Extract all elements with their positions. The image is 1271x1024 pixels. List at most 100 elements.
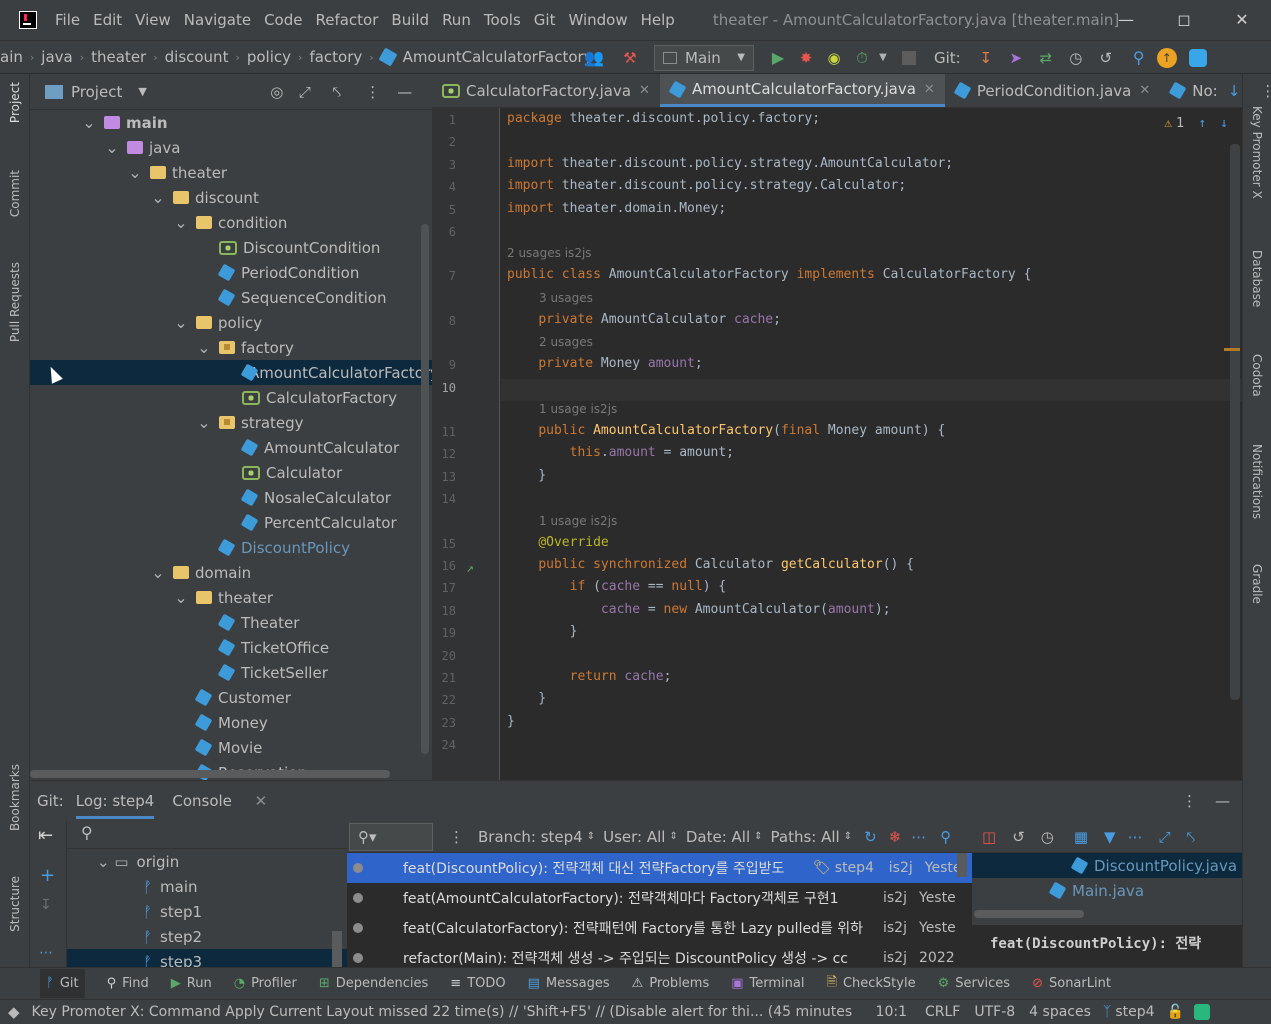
code-line[interactable]: private Money amount; [507, 356, 702, 371]
breadcrumb-item[interactable]: ain [0, 48, 23, 66]
more-icon[interactable]: ⋯ [1128, 828, 1143, 846]
more-options-icon[interactable]: ⋮ [1260, 82, 1271, 100]
profile-icon[interactable]: ⏱ [848, 49, 876, 67]
run-icon[interactable]: ▶ [764, 48, 792, 67]
branch-search[interactable]: ⚲ [67, 821, 347, 849]
code-line[interactable]: } [507, 691, 546, 706]
tree-node[interactable]: NosaleCalculator [30, 485, 432, 510]
tool-window-problems[interactable]: ⚠ Problems [632, 976, 710, 991]
search-icon[interactable]: ⚲ [940, 828, 951, 846]
code-line[interactable]: public synchronized Calculator getCalcul… [507, 557, 914, 572]
ide-update-icon[interactable]: ↑ [1156, 47, 1177, 68]
previous-highlight-icon[interactable]: ↑ [1198, 116, 1206, 131]
status-message[interactable]: Key Promoter X: Command Apply Current La… [32, 1004, 852, 1020]
stop-icon[interactable] [902, 50, 916, 65]
next-highlight-icon[interactable]: ↓ [1220, 116, 1228, 131]
project-hscrollbar[interactable] [30, 770, 390, 778]
more-options-icon[interactable]: ⋮ [449, 828, 464, 846]
git-update-icon[interactable]: ↧ [971, 49, 1001, 67]
strip-bookmarks-button[interactable]: Bookmarks [8, 764, 22, 831]
paths-filter[interactable]: Paths: All [771, 828, 840, 846]
caret-position[interactable]: 10:1 [876, 1004, 907, 1020]
code-line[interactable]: import theater.discount.policy.strategy.… [507, 178, 906, 193]
git-branch-status[interactable]: step4 [1115, 1004, 1154, 1020]
group-by-icon[interactable]: ▦ [1074, 828, 1088, 846]
cherry-pick-icon[interactable]: ❄ [889, 828, 902, 846]
tool-window-sonarlint[interactable]: ⊘ SonarLint [1032, 976, 1111, 991]
code-line[interactable]: package theater.discount.policy.factory; [507, 111, 820, 126]
menu-item-git[interactable]: Git [534, 11, 556, 29]
code-line[interactable]: return cache; [507, 669, 672, 684]
branch-item[interactable]: ᚡ step1 [67, 899, 347, 924]
code-line[interactable]: private AmountCalculator cache; [507, 312, 781, 327]
build-hammer-icon[interactable]: ⚒ [616, 49, 644, 67]
inlay-usage-hint[interactable]: 1 usage is2js [539, 402, 617, 416]
menu-item-view[interactable]: View [135, 11, 171, 29]
strip-commit-button[interactable]: Commit [8, 170, 22, 217]
code-line[interactable]: @Override [507, 535, 608, 550]
branch-item[interactable]: ⌄ ▭ origin [67, 849, 347, 874]
intellij-logo-icon[interactable] [19, 11, 37, 29]
expand-arrow-icon[interactable]: ⌄ [174, 588, 188, 607]
branch-item[interactable]: ᚡ step2 [67, 924, 347, 949]
close-icon[interactable]: ✕ [255, 792, 268, 810]
code-line[interactable]: } [507, 468, 546, 483]
more-icon[interactable]: ⋯ [39, 945, 53, 961]
update-branch-icon[interactable]: ↧ [40, 897, 52, 913]
menu-item-tools[interactable]: Tools [484, 11, 521, 29]
coverage-icon[interactable]: ◉ [820, 49, 848, 67]
filter-icon[interactable]: ▼ [1104, 828, 1116, 846]
tool-window-run[interactable]: ▶ Run [171, 976, 212, 991]
breadcrumb-item[interactable]: theater [91, 48, 146, 66]
debug-icon[interactable]: ✸ [792, 49, 820, 67]
more-run-chevron-icon[interactable]: ▼ [876, 52, 890, 63]
expand-arrow-icon[interactable]: ⌄ [82, 113, 96, 132]
date-filter[interactable]: Date: All [686, 828, 750, 846]
expand-arrow-icon[interactable]: ⌄ [197, 413, 211, 432]
strip-pull-requests-button[interactable]: Pull Requests [8, 262, 22, 342]
expand-arrow-icon[interactable]: ⌄ [105, 138, 119, 157]
files-hscrollbar[interactable] [974, 910, 1084, 918]
inlay-usage-hint[interactable]: 3 usages [539, 291, 593, 305]
users-icon[interactable]: 👥 [580, 48, 608, 67]
menu-item-navigate[interactable]: Navigate [184, 11, 251, 29]
expand-all-icon[interactable]: ⤢ [1159, 828, 1171, 846]
commit-row[interactable]: feat(AmountCalculatorFactory): 전략객체마다 Fa… [347, 883, 972, 913]
collapse-all-icon[interactable]: ⤣ [1187, 828, 1195, 846]
tab-list-down-icon[interactable]: ↓ [1228, 82, 1241, 100]
inlay-usage-hint[interactable]: 2 usages [539, 335, 593, 349]
branch-filter[interactable]: Branch: step4 [478, 828, 583, 846]
tool-window-git[interactable]: ᚡ Git [40, 969, 85, 998]
tab-0[interactable]: CalculatorFactory.java ✕ [432, 74, 660, 107]
expand-arrow-icon[interactable]: ⌄ [174, 213, 188, 232]
file-encoding[interactable]: UTF-8 [974, 1004, 1015, 1020]
menu-item-help[interactable]: Help [641, 11, 675, 29]
tree-node[interactable]: ⌄ discount [30, 185, 432, 210]
branch-item[interactable]: ᚡ main [67, 874, 347, 899]
lock-icon[interactable]: 🔓 [1167, 1004, 1184, 1020]
tool-window-todo[interactable]: ≡ TODO [450, 976, 505, 991]
code-editor[interactable]: 1 2 3 4 5 6 7 8 9 10 11 12 13 14 15 16 17 18 19 20 21 22 23 24 ↗… [432, 108, 1242, 780]
collapse-branches-icon[interactable]: ⇤ [38, 825, 53, 846]
run-configuration-select[interactable]: Main ▼ [654, 44, 754, 71]
tree-node[interactable]: AmountCalculator [30, 435, 432, 460]
code-line[interactable]: this.amount = amount; [507, 445, 734, 460]
tool-window-find[interactable]: ⚲ Find [107, 976, 149, 991]
git-push-icon[interactable]: ➤ [1001, 49, 1031, 67]
line-separator[interactable]: CRLF [925, 1004, 960, 1020]
codota-status-icon[interactable] [1193, 1004, 1210, 1020]
tool-window-checkstyle[interactable]: 🗎 CheckStyle [826, 973, 915, 995]
expand-arrow-icon[interactable]: ⌄ [128, 163, 142, 182]
strip-project-button[interactable]: Project [8, 82, 22, 123]
commit-row[interactable]: feat(CalculatorFactory): 전략패턴에 Factory를 … [347, 913, 972, 943]
code-line[interactable]: import theater.discount.policy.strategy.… [507, 156, 953, 171]
branch-scrollbar[interactable] [332, 931, 342, 968]
chevron-down-icon[interactable]: ▼ [138, 85, 146, 98]
expand-all-icon[interactable]: ⤢ [289, 83, 321, 101]
strip-database-button[interactable]: Database [1250, 250, 1264, 307]
revert-icon[interactable]: ↺ [1012, 828, 1025, 846]
log-scrollbar[interactable] [957, 853, 967, 877]
tree-node[interactable]: Calculator [30, 460, 432, 485]
close-icon[interactable]: ✕ [1139, 83, 1150, 98]
rollback-icon[interactable]: ↺ [1091, 49, 1121, 67]
